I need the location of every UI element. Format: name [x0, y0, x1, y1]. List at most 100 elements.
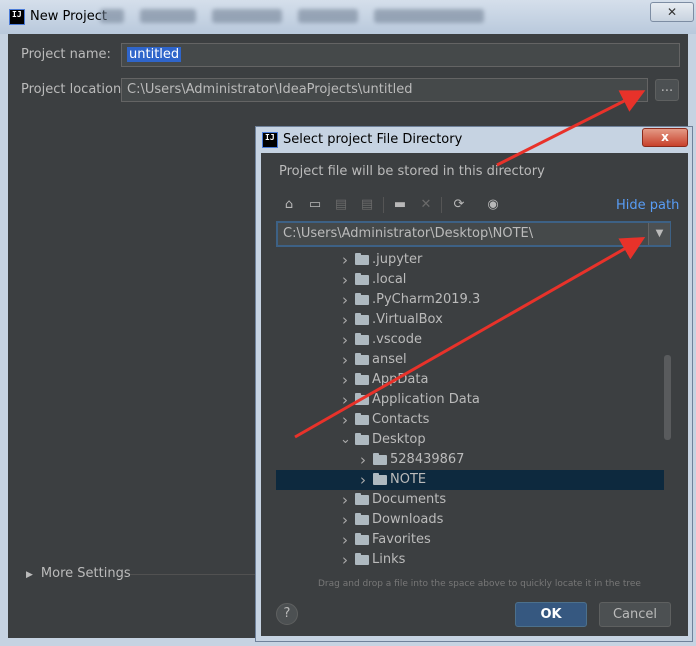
- tree-row[interactable]: › Downloads: [276, 510, 664, 530]
- intellij-logo-icon: IJ: [262, 132, 278, 148]
- tree-row[interactable]: › Application Data: [276, 390, 664, 410]
- tree-row-label: Links: [372, 552, 406, 567]
- project-location-label: Project location:: [21, 82, 126, 97]
- tree-row[interactable]: › .PyCharm2019.3: [276, 290, 664, 310]
- tree-row[interactable]: › Favorites: [276, 530, 664, 550]
- close-icon: ✕: [666, 5, 678, 19]
- chevron-right-icon[interactable]: ›: [340, 350, 350, 370]
- cancel-button[interactable]: Cancel: [599, 602, 671, 627]
- more-settings-label: More Settings: [40, 566, 131, 581]
- tree-row-label: .jupyter: [372, 252, 423, 267]
- project-name-label: Project name:: [21, 47, 111, 62]
- chevron-right-icon[interactable]: ›: [340, 530, 350, 550]
- ok-button[interactable]: OK: [515, 602, 587, 627]
- dialog-close-button[interactable]: x: [642, 128, 688, 147]
- new-folder-icon[interactable]: ▬: [391, 196, 409, 214]
- chevron-right-icon[interactable]: ›: [340, 550, 350, 570]
- tree-row[interactable]: › Links: [276, 550, 664, 570]
- folder-icon: [355, 493, 369, 505]
- more-settings-toggle[interactable]: ▶ More Settings: [26, 566, 131, 581]
- folder-icon: [355, 393, 369, 405]
- project-icon[interactable]: ▤: [332, 196, 350, 214]
- chevron-down-icon: ▼: [655, 228, 664, 239]
- chevron-right-icon[interactable]: ›: [340, 410, 350, 430]
- window-frame-left: [0, 34, 8, 646]
- tree-row[interactable]: › 528439867: [276, 450, 664, 470]
- chevron-right-icon[interactable]: ›: [340, 310, 350, 330]
- folder-icon: [355, 353, 369, 365]
- folder-icon: [355, 293, 369, 305]
- project-name-input[interactable]: untitled: [121, 43, 680, 67]
- intellij-logo-icon: IJ: [9, 9, 25, 25]
- window-close-button[interactable]: ✕: [650, 2, 694, 22]
- tree-row[interactable]: › .jupyter: [276, 250, 664, 270]
- blurred-taskbar: [100, 8, 570, 26]
- tree-row[interactable]: › .VirtualBox: [276, 310, 664, 330]
- folder-icon: [373, 473, 387, 485]
- tree-row[interactable]: › NOTE: [276, 470, 664, 490]
- tree-row[interactable]: › ansel: [276, 350, 664, 370]
- tree-row[interactable]: › AppData: [276, 370, 664, 390]
- path-value: C:\Users\Administrator\Desktop\NOTE\: [283, 226, 534, 241]
- path-dropdown-button[interactable]: ▼: [648, 223, 670, 245]
- dialog-description: Project file will be stored in this dire…: [279, 164, 545, 179]
- hide-path-link[interactable]: Hide path: [616, 198, 679, 213]
- tree-row[interactable]: › .local: [276, 270, 664, 290]
- tree-row-label: .PyCharm2019.3: [372, 292, 481, 307]
- chevron-right-icon[interactable]: ›: [358, 450, 368, 470]
- browse-button[interactable]: ...: [655, 79, 679, 101]
- folder-icon: [355, 313, 369, 325]
- desktop-icon[interactable]: ▭: [306, 196, 324, 214]
- chevron-right-icon[interactable]: ›: [340, 370, 350, 390]
- tree-row-label: Application Data: [372, 392, 480, 407]
- tree-row[interactable]: › Documents: [276, 490, 664, 510]
- tree-scrollbar[interactable]: [664, 355, 671, 440]
- chevron-right-icon[interactable]: ›: [340, 250, 350, 270]
- folder-icon: [355, 513, 369, 525]
- tree-row-label: .local: [372, 272, 407, 287]
- chevron-right-icon[interactable]: ›: [358, 470, 368, 490]
- toolbar-separator: [383, 197, 384, 213]
- dialog-title: Select project File Directory: [283, 132, 463, 147]
- tree-row[interactable]: › Contacts: [276, 410, 664, 430]
- chevron-right-icon[interactable]: ›: [340, 490, 350, 510]
- tree-row-label: NOTE: [390, 472, 427, 487]
- tree-row[interactable]: › .vscode: [276, 330, 664, 350]
- refresh-icon[interactable]: ⟳: [450, 196, 468, 214]
- tree-row-label: 528439867: [390, 452, 465, 467]
- folder-icon: [355, 273, 369, 285]
- project-name-value: untitled: [127, 47, 182, 62]
- tree-row-label: AppData: [372, 372, 429, 387]
- chevron-right-icon[interactable]: ›: [340, 390, 350, 410]
- folder-icon: [355, 253, 369, 265]
- tree-row-label: Downloads: [372, 512, 444, 527]
- folder-icon: [355, 413, 369, 425]
- chevron-down-icon[interactable]: ⌄: [340, 430, 351, 450]
- tree-row-label: .vscode: [372, 332, 422, 347]
- home-icon[interactable]: ⌂: [280, 196, 298, 214]
- show-hidden-icon[interactable]: ◉: [484, 196, 502, 214]
- project-location-input[interactable]: C:\Users\Administrator\IdeaProjects\unti…: [121, 78, 648, 102]
- chevron-right-icon[interactable]: ›: [340, 290, 350, 310]
- folder-icon: [355, 373, 369, 385]
- help-button[interactable]: ?: [276, 603, 298, 625]
- tree-row[interactable]: ⌄ Desktop: [276, 430, 664, 450]
- chevron-right-icon[interactable]: ›: [340, 330, 350, 350]
- tree-row-label: ansel: [372, 352, 407, 367]
- chevron-right-icon[interactable]: ›: [340, 270, 350, 290]
- delete-icon[interactable]: ✕: [417, 196, 435, 214]
- tree-row-label: Documents: [372, 492, 447, 507]
- toolbar-separator: [441, 197, 442, 213]
- tree-row-label: Contacts: [372, 412, 430, 427]
- folder-icon: [373, 453, 387, 465]
- divider: [130, 574, 255, 575]
- directory-tree[interactable]: › .jupyter › .local › .PyCharm2019.3 › .Virtual…: [276, 250, 674, 577]
- tree-row-label: .VirtualBox: [372, 312, 443, 327]
- folder-icon: [355, 553, 369, 565]
- chevron-right-icon[interactable]: ›: [340, 510, 350, 530]
- folder-icon: [355, 433, 369, 445]
- drag-drop-hint: Drag and drop a file into the space abov…: [318, 579, 641, 589]
- tree-row-label: Desktop: [372, 432, 426, 447]
- module-icon[interactable]: ▤: [358, 196, 376, 214]
- tree-row-label: Favorites: [372, 532, 431, 547]
